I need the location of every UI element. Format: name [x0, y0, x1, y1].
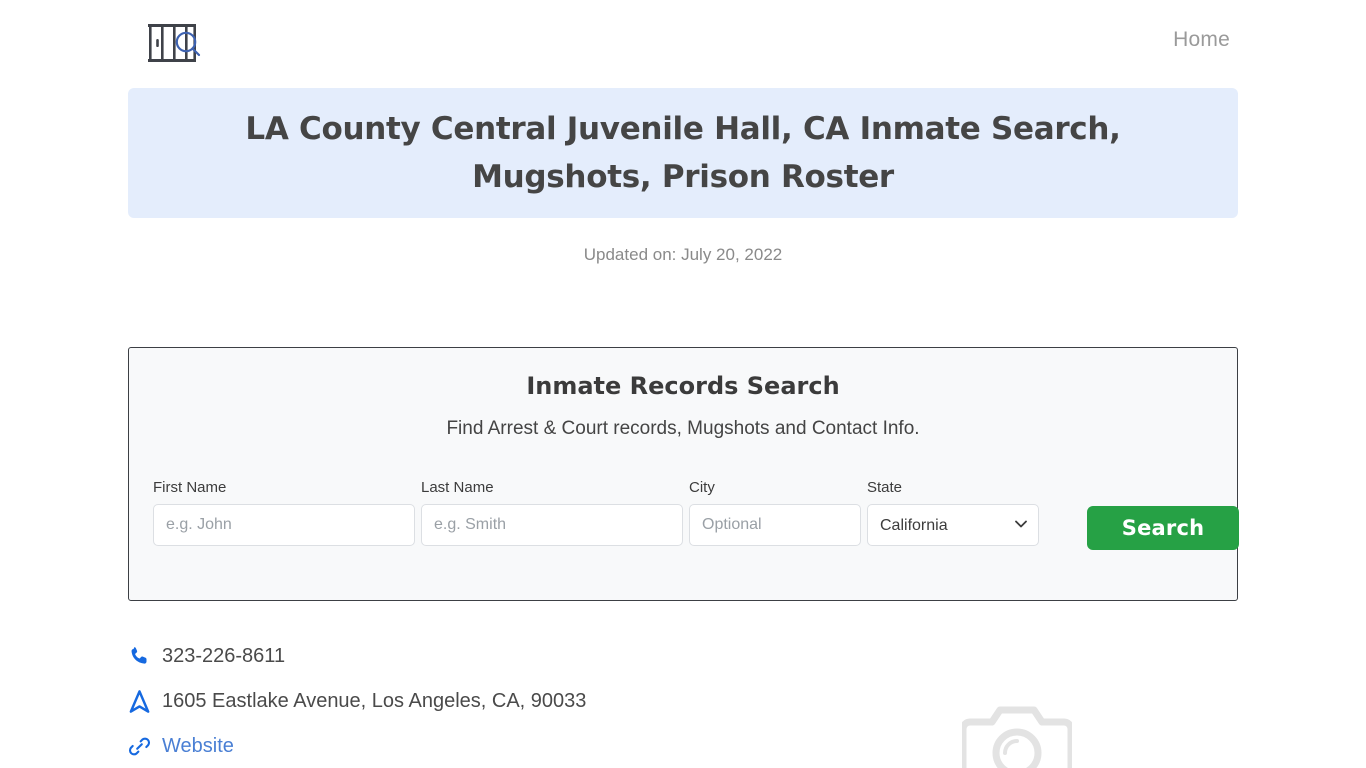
page-title-banner: LA County Central Juvenile Hall, CA Inma…: [128, 88, 1238, 218]
state-select-shell: California: [867, 504, 1039, 546]
state-label: State: [867, 479, 903, 496]
state-field-group: State California: [867, 479, 1039, 546]
photo-placeholder: [962, 696, 1072, 768]
inmate-search-card: Inmate Records Search Find Arrest & Cour…: [128, 347, 1239, 601]
navigation-arrow-icon: [128, 689, 162, 714]
state-select[interactable]: California: [867, 504, 1039, 546]
phone-number: 323-226-8611: [162, 645, 286, 667]
nav-home-link[interactable]: Home: [1173, 28, 1230, 52]
city-field-group: City: [689, 479, 861, 546]
site-header: Home: [0, 0, 1366, 84]
last-name-field-group: Last Name: [421, 479, 683, 546]
updated-on-text: Updated on: July 20, 2022: [583, 245, 783, 264]
phone-icon: [128, 645, 162, 668]
search-button[interactable]: Search: [1087, 506, 1239, 550]
facility-contact-info: 323-226-8611 1605 Eastlake Avenue, Los A…: [128, 634, 828, 768]
inmate-search-form: First Name Last Name City State Californ…: [153, 479, 1239, 569]
contact-row-phone: 323-226-8611: [128, 634, 828, 679]
city-label: City: [689, 479, 715, 496]
first-name-field-group: First Name: [153, 479, 415, 546]
contact-row-address: 1605 Eastlake Avenue, Los Angeles, CA, 9…: [128, 679, 828, 724]
search-card-subtitle: Find Arrest & Court records, Mugshots an…: [446, 418, 920, 439]
search-card-title: Inmate Records Search: [526, 372, 840, 400]
contact-row-website: Website: [128, 724, 828, 768]
last-name-label: Last Name: [421, 479, 494, 496]
link-icon: [128, 735, 162, 758]
prison-bars-magnifier-icon: [148, 24, 201, 62]
camera-icon: [962, 706, 1072, 768]
page-root: Home LA County Central Juvenile Hall, CA…: [0, 0, 1366, 768]
city-input[interactable]: [689, 504, 861, 546]
site-logo[interactable]: [147, 22, 205, 64]
last-name-input[interactable]: [421, 504, 683, 546]
first-name-label: First Name: [153, 479, 227, 496]
website-link[interactable]: Website: [162, 735, 234, 758]
page-title: LA County Central Juvenile Hall, CA Inma…: [245, 111, 1121, 195]
facility-address: 1605 Eastlake Avenue, Los Angeles, CA, 9…: [162, 690, 587, 712]
first-name-input[interactable]: [153, 504, 415, 546]
